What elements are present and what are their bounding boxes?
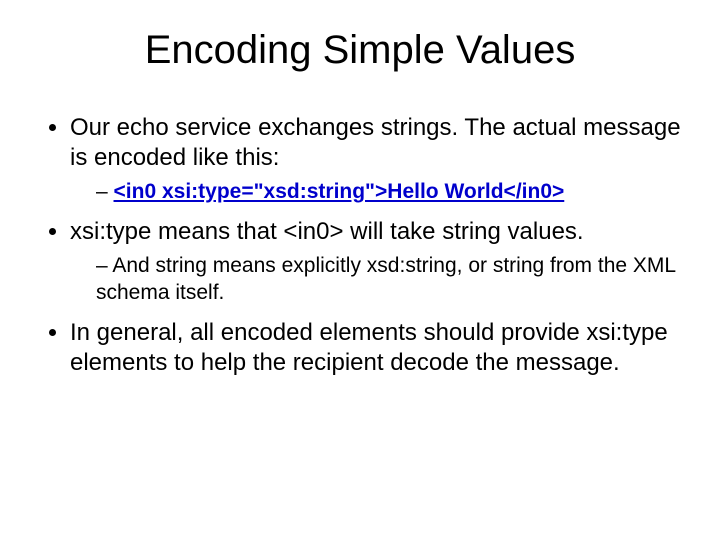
bullet-1-sublist: <in0 xsi:type="xsd:string">Hello World</… bbox=[70, 179, 684, 205]
bullet-list: Our echo service exchanges strings. The … bbox=[36, 113, 684, 378]
bullet-2-sublist: And string means explicitly xsd:string, … bbox=[70, 253, 684, 306]
bullet-2-text: xsi:type means that <in0> will take stri… bbox=[70, 218, 584, 245]
bullet-1-sub: <in0 xsi:type="xsd:string">Hello World</… bbox=[96, 179, 684, 205]
bullet-2: xsi:type means that <in0> will take stri… bbox=[70, 217, 684, 306]
bullet-2-sub: And string means explicitly xsd:string, … bbox=[96, 253, 684, 306]
slide-title: Encoding Simple Values bbox=[36, 28, 684, 73]
code-link[interactable]: <in0 xsi:type="xsd:string">Hello World</… bbox=[114, 180, 565, 203]
slide: Encoding Simple Values Our echo service … bbox=[0, 0, 720, 540]
bullet-1-text: Our echo service exchanges strings. The … bbox=[70, 114, 681, 171]
bullet-3: In general, all encoded elements should … bbox=[70, 318, 684, 378]
bullet-1: Our echo service exchanges strings. The … bbox=[70, 113, 684, 205]
